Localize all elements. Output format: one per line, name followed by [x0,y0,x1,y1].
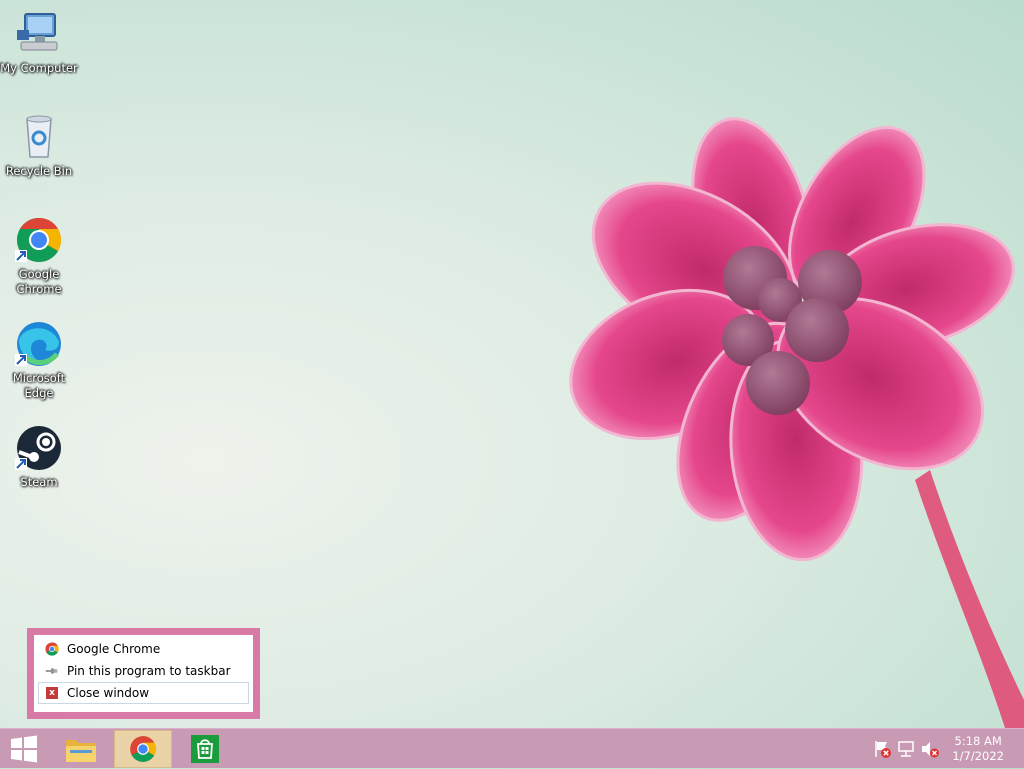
pin-icon [45,668,58,674]
desktop: My Computer Recycle Bin Google Chrome Mi… [0,0,1024,728]
recycle-bin-icon [26,115,52,158]
chrome-icon [45,642,59,656]
taskbar-jump-list: Google Chrome Pin this program to taskba… [27,628,260,719]
jump-list-app-label: Google Chrome [67,642,161,656]
desktop-icon-label: Steam [20,475,58,489]
clock-date: 1/7/2022 [952,749,1004,763]
desktop-icon-google-chrome[interactable]: Google Chrome [0,216,79,297]
jump-list-body: Google Chrome Pin this program to taskba… [34,635,253,712]
desktop-icon-my-computer[interactable]: My Computer [0,10,79,76]
taskbar-file-explorer[interactable] [58,730,104,768]
close-window-label: Close window [67,686,150,700]
store-icon [191,735,219,763]
desktop-icon-label: Google Chrome [16,267,62,296]
computer-icon [17,13,58,51]
volume-muted-icon[interactable] [920,739,940,759]
desktop-icon-steam[interactable]: Steam [0,424,79,490]
close-icon: x [46,687,58,699]
system-clock[interactable]: 5:18 AM 1/7/2022 [952,734,1004,764]
taskbar-google-chrome[interactable] [114,730,172,768]
notification-area [872,729,940,769]
pin-to-taskbar-item[interactable]: Pin this program to taskbar [38,660,249,682]
close-window-item[interactable]: x Close window [38,682,249,704]
action-center-flag-icon[interactable] [872,739,892,759]
wallpaper-flower [569,117,1024,728]
windows-start-icon [11,735,37,763]
network-icon[interactable] [896,739,916,759]
desktop-icon-recycle-bin[interactable]: Recycle Bin [0,113,79,179]
edge-icon [15,322,61,366]
pin-to-taskbar-label: Pin this program to taskbar [67,664,231,678]
jump-list-app-item[interactable]: Google Chrome [38,638,249,660]
start-button[interactable] [0,730,48,768]
chrome-icon [130,736,156,762]
taskbar: 5:18 AM 1/7/2022 [0,728,1024,768]
desktop-icon-label: My Computer [0,61,78,75]
taskbar-store[interactable] [182,730,228,768]
file-explorer-icon [66,740,96,762]
desktop-icon-microsoft-edge[interactable]: Microsoft Edge [0,320,79,401]
steam-icon [15,426,61,470]
chrome-icon [15,218,61,262]
clock-time: 5:18 AM [954,734,1002,748]
desktop-icon-label: Recycle Bin [5,164,73,178]
desktop-icon-label: Microsoft Edge [12,371,66,400]
